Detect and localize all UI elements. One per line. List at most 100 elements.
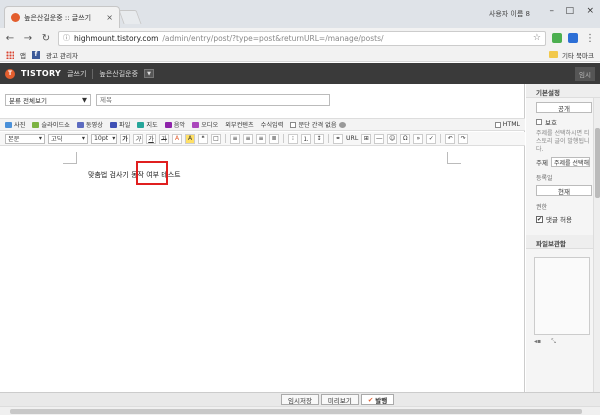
bookmark-star-icon[interactable]: ☆ (533, 33, 541, 43)
bookmark-other[interactable]: 기타 북마크 (562, 50, 594, 60)
back-arrow-icon[interactable]: ← (4, 33, 16, 44)
special-char-icon[interactable]: Ω (400, 133, 411, 144)
editor-content-area[interactable]: 맞춤법 검사기 동작 여부 테스트 (0, 146, 524, 392)
publish-button[interactable]: ✔ 발행 (360, 394, 395, 405)
temp-posts-button[interactable]: 임시 (575, 66, 595, 81)
apps-grid-icon[interactable] (6, 50, 14, 59)
link-icon[interactable]: ⚭ (333, 133, 343, 144)
volume-icon[interactable]: ◂▪ (534, 338, 541, 346)
style-select[interactable]: 본문 ▾ (5, 133, 45, 144)
user-name[interactable]: 사용자 이름 8 (489, 9, 530, 19)
extension-icon[interactable] (552, 33, 562, 43)
checkbox-icon (290, 121, 297, 128)
action-bar: 임시저장 미리보기 ✔ 발행 (0, 392, 600, 406)
reload-icon[interactable]: ↻ (40, 33, 52, 44)
audio-button[interactable]: 오디오 (192, 120, 218, 129)
permission-label: 권한 (536, 204, 548, 211)
text-color-button[interactable]: A (172, 133, 182, 144)
italic-button[interactable]: 가 (133, 133, 143, 144)
bullet-list-icon[interactable]: ⁝ (288, 133, 298, 144)
settings-icon (338, 121, 346, 128)
align-right-icon[interactable]: ≡ (256, 133, 266, 144)
tistory-logo[interactable]: TISTORY (21, 69, 61, 78)
chevron-down-icon: ▾ (38, 135, 42, 142)
font-select[interactable]: 고딕 ▾ (48, 133, 88, 144)
window-close-icon[interactable]: × (586, 6, 594, 16)
close-icon[interactable]: × (106, 13, 113, 22)
highlight-button[interactable]: A (185, 133, 195, 144)
strike-button[interactable]: 가 (159, 133, 169, 144)
bold-button[interactable]: 가 (120, 133, 130, 144)
file-storage-box[interactable] (534, 257, 590, 335)
browser-tab[interactable]: 높은산길운중 :: 글쓰기 × (4, 6, 120, 28)
table-icon[interactable]: ⊞ (361, 133, 372, 144)
undo-icon[interactable]: ↶ (445, 133, 456, 144)
check-icon: ✔ (367, 395, 374, 404)
temp-save-button[interactable]: 임시저장 (281, 394, 319, 405)
quote-button[interactable]: ❝ (198, 133, 208, 144)
insert-toolbar: 사진 슬라이드쇼 동영상 파일 지도 음악 오디오 외부컨텐츠 수식입력 문단 … (0, 118, 525, 131)
size-select[interactable]: 10pt ▾ (91, 133, 117, 144)
underline-button[interactable]: 가 (146, 133, 156, 144)
music-button[interactable]: 음악 (164, 120, 185, 129)
blog-name[interactable]: 높은산길운중 (99, 69, 138, 79)
divider-line-icon[interactable]: ― (374, 133, 385, 144)
divider (328, 134, 329, 143)
vertical-scrollbar[interactable] (593, 98, 600, 392)
theme-label: 주제 (536, 159, 548, 167)
forward-arrow-icon[interactable]: → (22, 33, 34, 44)
scrollbar-thumb[interactable] (595, 128, 600, 198)
box-button[interactable]: □ (211, 133, 221, 144)
chevron-down-icon: ▾ (81, 135, 85, 142)
chevron-down-icon[interactable]: ▼ (144, 69, 155, 78)
line-height-icon[interactable]: ↕ (314, 133, 324, 144)
menu-kebab-icon[interactable]: ⋮ (584, 33, 596, 44)
formula-button[interactable]: 수식입력 (261, 120, 284, 129)
paragraph-spacing-toggle[interactable]: 문단 간격 없음 (290, 120, 346, 129)
photo-button[interactable]: 사진 (5, 120, 25, 129)
attach-heading: 파일보관함 (526, 235, 600, 249)
divider (225, 134, 226, 143)
address-toolbar: ← → ↻ ⓘ highmount.tistory.com/admin/entr… (0, 28, 600, 48)
tistory-favicon-icon (11, 13, 20, 22)
align-justify-icon[interactable]: ≣ (269, 133, 279, 144)
date-now-button[interactable]: 현재 (536, 185, 592, 196)
redo-icon[interactable]: ↷ (458, 133, 469, 144)
align-left-icon[interactable]: ≡ (230, 133, 240, 144)
new-tab-button[interactable] (118, 10, 142, 24)
bookmark-ad-manager[interactable]: 광고 관리자 (46, 50, 78, 60)
protect-option[interactable]: 보호 (536, 117, 590, 127)
resize-icon[interactable]: ⤡ (551, 338, 556, 346)
action-buttons: 임시저장 미리보기 ✔ 발행 (281, 394, 395, 405)
bookmark-apps[interactable]: 앱 (20, 50, 26, 60)
more-icon[interactable]: » (413, 133, 424, 144)
download-icon[interactable] (568, 33, 578, 43)
title-input[interactable] (96, 94, 330, 106)
settings-sidebar: 기본설정 공개 보호 주제를 선택하시면 티스토리 글이 발행됩니다. 주제 주… (526, 84, 600, 392)
scrollbar-thumb[interactable] (10, 409, 582, 414)
comment-allow-option[interactable]: ✔ 댓글 허용 (536, 214, 590, 224)
slideshow-button[interactable]: 슬라이드쇼 (32, 120, 70, 129)
address-bar[interactable]: ⓘ highmount.tistory.com/admin/entry/post… (58, 30, 546, 46)
checkbox-icon (536, 119, 542, 125)
maximize-icon[interactable]: □ (565, 6, 574, 16)
public-button[interactable]: 공개 (536, 102, 592, 113)
minimize-icon[interactable]: – (550, 6, 555, 16)
video-button[interactable]: 동영상 (76, 120, 103, 129)
html-mode-toggle[interactable]: HTML (494, 121, 520, 128)
horizontal-scrollbar[interactable] (0, 406, 600, 415)
category-select[interactable]: 분류 전체보기 ▼ (5, 94, 91, 106)
theme-select[interactable]: 주제를 선택해주세요 (550, 157, 590, 167)
external-content-button[interactable]: 외부컨텐츠 (225, 120, 253, 129)
video-icon (76, 121, 84, 128)
preview-button[interactable]: 미리보기 (320, 394, 359, 405)
tistory-logo-icon: T (5, 68, 15, 79)
info-icon[interactable]: ⓘ (63, 33, 70, 43)
number-list-icon[interactable]: ⒈ (301, 133, 311, 144)
file-button[interactable]: 파일 (109, 120, 130, 129)
align-center-icon[interactable]: ≡ (243, 133, 253, 144)
url-button[interactable]: URL (346, 135, 358, 142)
spell-check-icon[interactable]: ✓ (426, 133, 437, 144)
map-button[interactable]: 지도 (137, 120, 158, 129)
emoticon-icon[interactable]: ☺ (387, 133, 398, 144)
